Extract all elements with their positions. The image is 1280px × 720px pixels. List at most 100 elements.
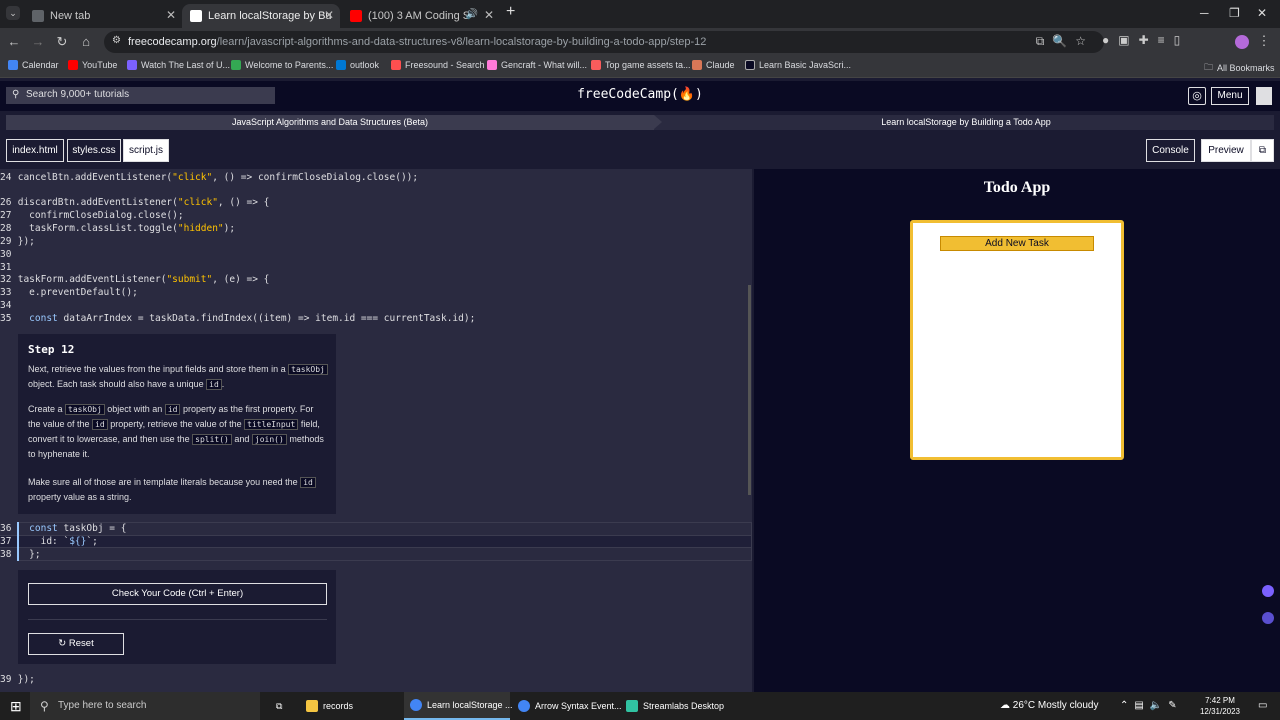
- step-text: property value as a string.: [28, 492, 132, 502]
- tab-styles-css[interactable]: styles.css: [67, 139, 121, 162]
- breadcrumb: JavaScript Algorithms and Data Structure…: [6, 115, 1274, 130]
- tab-search-button[interactable]: ⌄: [6, 6, 20, 20]
- forward-icon[interactable]: →: [30, 34, 46, 49]
- step-paragraph-1: Next, retrieve the values from the input…: [28, 362, 328, 392]
- taskbar-clock[interactable]: 7:42 PM 12/31/2023: [1190, 695, 1250, 717]
- taskbar-streamlabs[interactable]: Streamlabs Desktop: [620, 692, 730, 720]
- tab-title: (100) 3 AM Coding Session: [368, 10, 468, 22]
- profile-avatar[interactable]: [1235, 35, 1249, 49]
- chrome-icon: [518, 700, 530, 712]
- weather-widget[interactable]: ☁ 26°C Mostly cloudy: [1000, 700, 1098, 711]
- bookmark-gencraft[interactable]: Gencraft - What will...: [487, 60, 587, 70]
- new-tab-favicon-icon: [32, 10, 44, 22]
- tab-learn-localstorage[interactable]: Learn localStorage by Building ✕: [182, 4, 340, 28]
- home-icon[interactable]: ⌂: [78, 34, 94, 49]
- breadcrumb-project[interactable]: Learn localStorage by Building a Todo Ap…: [666, 115, 1266, 130]
- taskbar-chrome-arrow[interactable]: Arrow Syntax Event...: [512, 692, 622, 720]
- browser-tab-strip: ⌄ New tab ✕ Learn localStorage by Buildi…: [0, 0, 1280, 28]
- bookmark-star-icon[interactable]: ☆: [1075, 34, 1094, 48]
- code-line-36: 36 const taskObj = {: [0, 523, 127, 534]
- inline-code: id: [164, 404, 181, 415]
- extension-icon[interactable]: ●: [1102, 33, 1118, 47]
- bookmark-parents[interactable]: Welcome to Parents...: [231, 60, 333, 70]
- extension-icon[interactable]: ▣: [1118, 33, 1138, 47]
- chevron-up-icon[interactable]: ⌃: [1120, 700, 1134, 711]
- step-text: object with an: [107, 404, 163, 414]
- puzzle-icon[interactable]: ✚: [1139, 33, 1158, 47]
- install-icon[interactable]: ⧉: [1036, 34, 1053, 48]
- taskbar-search-input[interactable]: ⚲ Type here to search: [30, 692, 260, 720]
- url-field[interactable]: ⚙ freecodecamp.org/learn/javascript-algo…: [104, 31, 1104, 53]
- user-avatar-icon[interactable]: [1256, 87, 1272, 105]
- add-new-task-button[interactable]: Add New Task: [940, 236, 1094, 251]
- media-icon[interactable]: ≡: [1158, 33, 1174, 47]
- chrome-menu-icon[interactable]: ⋮: [1256, 33, 1272, 49]
- restore-icon[interactable]: ❐: [1229, 6, 1240, 20]
- bookmark-calendar[interactable]: Calendar: [8, 60, 59, 70]
- new-tab-button[interactable]: +: [506, 3, 515, 21]
- side-panel-icon[interactable]: ▯: [1174, 33, 1190, 47]
- reload-icon[interactable]: ↻: [54, 34, 70, 50]
- windows-start-icon[interactable]: ⊞: [10, 698, 22, 715]
- reset-button[interactable]: ↻ Reset: [28, 633, 124, 655]
- site-info-icon[interactable]: ⚙: [112, 35, 121, 46]
- editable-region[interactable]: [17, 522, 752, 561]
- bookmark-youtube[interactable]: YouTube: [68, 60, 117, 70]
- bookmark-last-of-us[interactable]: Watch The Last of U...: [127, 60, 230, 70]
- fcc-logo[interactable]: freeCodeCamp(🔥): [540, 87, 740, 102]
- floating-extension-icon[interactable]: [1262, 585, 1274, 597]
- console-button[interactable]: Console: [1146, 139, 1195, 162]
- cloud-icon: ☁: [1000, 700, 1013, 711]
- tab-new-tab[interactable]: New tab ✕: [24, 4, 182, 28]
- code-line-39: 39 });: [0, 674, 35, 685]
- close-icon[interactable]: ✕: [484, 8, 494, 22]
- preview-button[interactable]: Preview: [1201, 139, 1251, 162]
- network-icon: ▤: [1134, 700, 1150, 711]
- task-view-icon[interactable]: ⧉: [270, 692, 288, 720]
- bookmark-label: Freesound - Search: [405, 60, 485, 70]
- back-icon[interactable]: ←: [6, 34, 22, 49]
- code-line-29: 29 });: [0, 236, 35, 247]
- menu-button[interactable]: Menu: [1211, 87, 1249, 105]
- taskbar-label: Arrow Syntax Event...: [535, 701, 622, 711]
- check-code-button[interactable]: Check Your Code (Ctrl + Enter): [28, 583, 327, 605]
- editor-scroll-thumb[interactable]: [748, 285, 751, 495]
- globe-icon[interactable]: ◎: [1188, 87, 1206, 105]
- tab-index-html[interactable]: index.html: [6, 139, 64, 162]
- bookmark-learn-js[interactable]: Learn Basic JavaScri...: [745, 60, 851, 70]
- extension-icons: ●▣✚≡▯: [1102, 33, 1189, 47]
- tab-youtube[interactable]: (100) 3 AM Coding Session 🔊 ✕: [342, 4, 500, 28]
- floating-assistant-icon[interactable]: [1262, 612, 1274, 624]
- bookmark-game-assets[interactable]: Top game assets ta...: [591, 60, 691, 70]
- outlook-icon: [336, 60, 346, 70]
- taskbar-chrome-learn[interactable]: Learn localStorage ...: [404, 692, 513, 720]
- search-input[interactable]: ⚲ Search 9,000+ tutorials: [6, 87, 275, 104]
- notifications-icon[interactable]: ▭: [1258, 700, 1267, 711]
- all-bookmarks[interactable]: 🗀 All Bookmarks: [1204, 60, 1275, 76]
- breadcrumb-course[interactable]: JavaScript Algorithms and Data Structure…: [6, 115, 654, 130]
- taskbar-records[interactable]: records: [300, 692, 400, 720]
- zoom-icon[interactable]: 🔍: [1052, 34, 1075, 48]
- bookmark-freesound[interactable]: Freesound - Search: [391, 60, 485, 70]
- popout-icon[interactable]: ⧉: [1251, 139, 1274, 162]
- reset-label: Reset: [68, 638, 94, 649]
- audio-icon[interactable]: 🔊: [466, 9, 478, 20]
- step-text: Make sure all of those are in template l…: [28, 477, 298, 487]
- folder-icon: [306, 700, 318, 712]
- close-icon[interactable]: ✕: [166, 8, 176, 22]
- bookmark-outlook[interactable]: outlook: [336, 60, 379, 70]
- bookmark-label: Welcome to Parents...: [245, 60, 334, 70]
- bookmark-label: outlook: [350, 60, 380, 70]
- bookmark-claude[interactable]: Claude: [692, 60, 735, 70]
- window-close-icon[interactable]: ✕: [1257, 6, 1267, 20]
- tab-script-js[interactable]: script.js: [123, 139, 169, 162]
- folder-icon: 🗀: [1204, 62, 1214, 72]
- search-icon: ⚲: [40, 699, 49, 713]
- step-instructions: Step 12 Next, retrieve the values from t…: [17, 333, 337, 515]
- minimize-icon[interactable]: ─: [1200, 6, 1209, 20]
- close-icon[interactable]: ✕: [324, 8, 334, 22]
- bookmark-label: Claude: [706, 60, 735, 70]
- pen-icon: ✎: [1168, 700, 1183, 711]
- fcc-favicon-icon: [190, 10, 202, 22]
- system-tray-icons[interactable]: ⌃▤🔈✎: [1120, 700, 1183, 711]
